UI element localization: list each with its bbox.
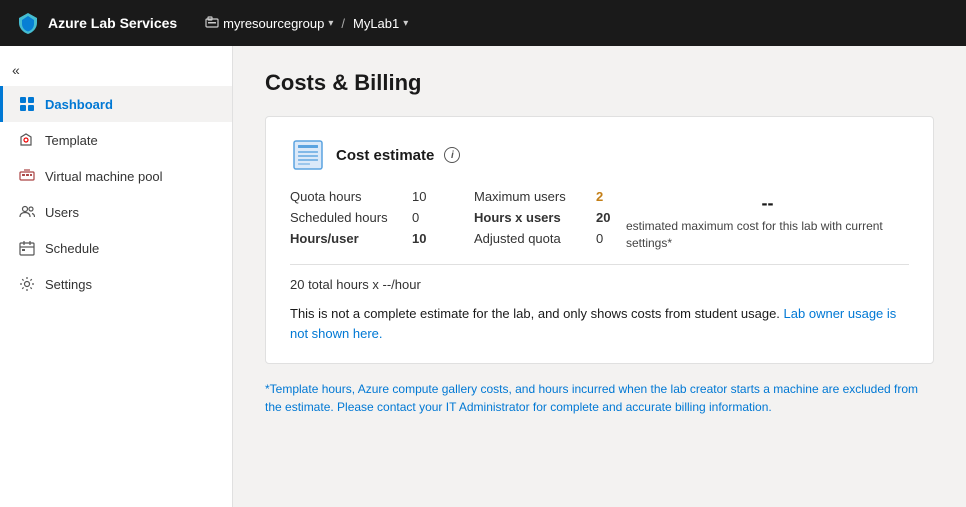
cost-row-quota-hours: Quota hours 10 <box>290 189 442 204</box>
hours-x-users-value: 20 <box>596 210 626 225</box>
sidebar-item-dashboard[interactable]: Dashboard <box>0 86 232 122</box>
lab-label: MyLab1 <box>353 16 399 31</box>
card-title: Cost estimate <box>336 147 434 164</box>
hours-user-label: Hours/user <box>290 231 400 246</box>
nav-lab[interactable]: MyLab1 ▾ <box>353 16 408 31</box>
cost-estimate-icon <box>290 137 326 173</box>
nav-breadcrumb: myresourcegroup ▾ / MyLab1 ▾ <box>205 16 408 31</box>
app-layout: « Dashboard Template <box>0 46 966 507</box>
users-icon <box>19 204 35 220</box>
schedule-icon <box>19 240 35 256</box>
nav-separator: / <box>341 16 345 31</box>
adjusted-quota-label: Adjusted quota <box>474 231 584 246</box>
card-header: Cost estimate i <box>290 137 909 173</box>
estimate-dashes: -- <box>762 193 774 214</box>
cost-row-hours-x-users: Hours x users 20 <box>474 210 626 225</box>
nav-logo: Azure Lab Services <box>16 11 177 35</box>
sidebar-label-users: Users <box>45 205 79 220</box>
scheduled-hours-label: Scheduled hours <box>290 210 400 225</box>
resource-group-label: myresourcegroup <box>223 16 324 31</box>
note-main: This is not a complete estimate for the … <box>290 306 780 321</box>
max-users-label: Maximum users <box>474 189 584 204</box>
info-icon[interactable]: i <box>444 147 460 163</box>
cost-row-adjusted-quota: Adjusted quota 0 <box>474 231 626 246</box>
footer-note: *Template hours, Azure compute gallery c… <box>265 380 934 416</box>
estimate-description: estimated maximum cost for this lab with… <box>626 218 909 252</box>
page-title: Costs & Billing <box>265 70 934 96</box>
template-icon <box>19 132 35 148</box>
sidebar-label-template: Template <box>45 133 98 148</box>
quota-hours-label: Quota hours <box>290 189 400 204</box>
sidebar-item-vm-pool[interactable]: Virtual machine pool <box>0 158 232 194</box>
sidebar-item-template[interactable]: Template <box>0 122 232 158</box>
cost-row-max-users: Maximum users 2 <box>474 189 626 204</box>
cost-col-right: Maximum users 2 Hours x users 20 Adjuste… <box>474 189 626 252</box>
main-content: Costs & Billing Cost estimate i <box>233 46 966 507</box>
resource-group-chevron: ▾ <box>328 18 333 29</box>
quota-hours-value: 10 <box>412 189 442 204</box>
card-divider <box>290 264 909 265</box>
azure-logo-icon <box>16 11 40 35</box>
sidebar: « Dashboard Template <box>0 46 233 507</box>
sidebar-label-schedule: Schedule <box>45 241 99 256</box>
sidebar-label-vm-pool: Virtual machine pool <box>45 169 163 184</box>
note-text: This is not a complete estimate for the … <box>290 304 909 343</box>
sidebar-collapse-button[interactable]: « <box>0 54 232 86</box>
max-users-value: 2 <box>596 189 626 204</box>
settings-icon <box>19 276 35 292</box>
cost-estimate-right: -- estimated maximum cost for this lab w… <box>626 189 909 252</box>
scheduled-hours-value: 0 <box>412 210 442 225</box>
nav-resource-group[interactable]: myresourcegroup ▾ <box>205 16 333 31</box>
cost-row-scheduled-hours: Scheduled hours 0 <box>290 210 442 225</box>
sidebar-item-users[interactable]: Users <box>0 194 232 230</box>
cost-estimate-card: Cost estimate i Quota hours 10 Scheduled… <box>265 116 934 364</box>
lab-chevron: ▾ <box>403 18 408 29</box>
total-hours-text: 20 total hours x --/hour <box>290 277 909 292</box>
resource-group-icon <box>205 16 219 30</box>
sidebar-item-settings[interactable]: Settings <box>0 266 232 302</box>
adjusted-quota-value: 0 <box>596 231 626 246</box>
sidebar-item-schedule[interactable]: Schedule <box>0 230 232 266</box>
cost-row-hours-user: Hours/user 10 <box>290 231 442 246</box>
top-nav: Azure Lab Services myresourcegroup ▾ / M… <box>0 0 966 46</box>
nav-logo-text: Azure Lab Services <box>48 15 177 31</box>
dashboard-icon <box>19 96 35 112</box>
hours-x-users-label: Hours x users <box>474 210 584 225</box>
sidebar-label-settings: Settings <box>45 277 92 292</box>
vm-pool-icon <box>19 168 35 184</box>
cost-col-left: Quota hours 10 Scheduled hours 0 Hours/u… <box>290 189 442 252</box>
hours-user-value: 10 <box>412 231 442 246</box>
sidebar-label-dashboard: Dashboard <box>45 97 113 112</box>
